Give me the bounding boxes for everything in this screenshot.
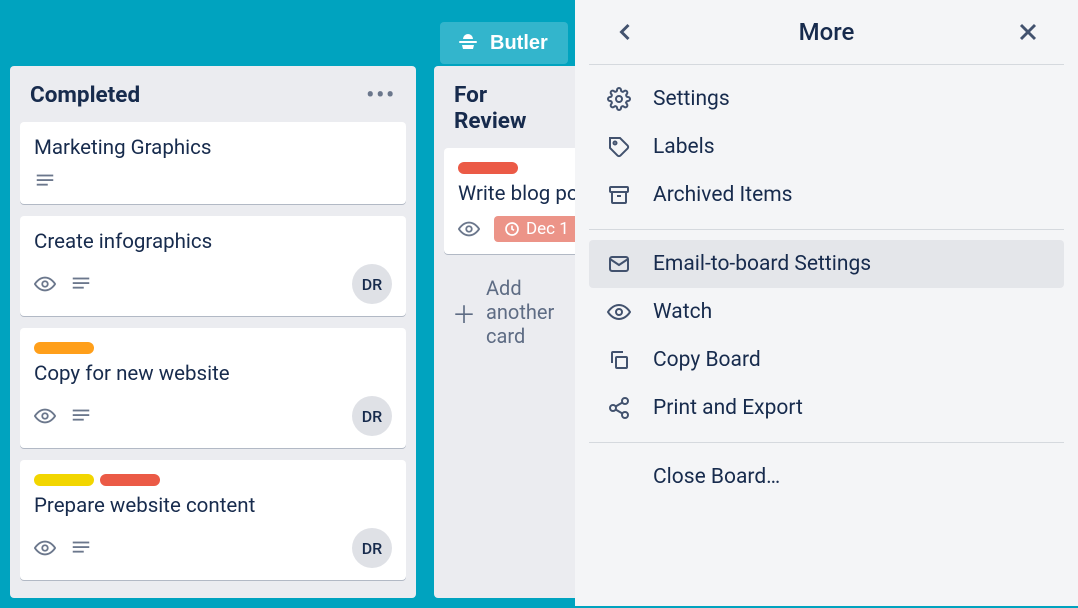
avatar[interactable]: DR xyxy=(352,264,392,304)
description-icon xyxy=(70,405,92,427)
list-title[interactable]: For Review xyxy=(454,82,564,134)
gear-icon xyxy=(607,87,631,111)
menu-label: Archived Items xyxy=(653,183,792,207)
list-title[interactable]: Completed xyxy=(30,82,140,108)
panel-title: More xyxy=(799,18,855,46)
menu-item-print-export[interactable]: Print and Export xyxy=(589,384,1064,432)
back-button[interactable] xyxy=(611,18,639,46)
menu-label: Settings xyxy=(653,87,730,111)
board-menu-panel: More Settings Labels Archived Items Emai… xyxy=(575,0,1078,606)
card[interactable]: Write blog post Dec 1 xyxy=(444,148,584,254)
watch-icon xyxy=(34,273,56,295)
card-title: Marketing Graphics xyxy=(34,136,392,160)
list-completed: Completed ••• Marketing Graphics Create … xyxy=(10,66,416,598)
tag-icon xyxy=(607,135,631,159)
label-red[interactable] xyxy=(100,474,160,486)
menu-label: Email-to-board Settings xyxy=(653,252,871,276)
card[interactable]: Marketing Graphics xyxy=(20,122,406,204)
menu-item-copy-board[interactable]: Copy Board xyxy=(589,336,1064,384)
card-title: Create infographics xyxy=(34,230,392,254)
menu-label: Labels xyxy=(653,135,715,159)
menu-item-email-to-board[interactable]: Email-to-board Settings xyxy=(589,240,1064,288)
menu-label: Print and Export xyxy=(653,396,803,420)
close-button[interactable] xyxy=(1014,18,1042,46)
card[interactable]: Create infographics DR xyxy=(20,216,406,316)
menu-label: Watch xyxy=(653,300,712,324)
plus-icon: ＋ xyxy=(452,295,476,330)
butler-icon xyxy=(456,31,480,55)
watch-icon xyxy=(458,218,480,240)
label-orange[interactable] xyxy=(34,342,94,354)
card-title: Write blog post xyxy=(458,182,584,206)
label-red[interactable] xyxy=(458,162,518,174)
copy-icon xyxy=(607,348,631,372)
add-card-label: Add another card xyxy=(486,276,566,348)
card-title: Prepare website content xyxy=(34,494,392,518)
menu-item-labels[interactable]: Labels xyxy=(589,123,1064,171)
watch-icon xyxy=(34,537,56,559)
menu-item-archived[interactable]: Archived Items xyxy=(589,171,1064,219)
menu-item-settings[interactable]: Settings xyxy=(589,75,1064,123)
watch-icon xyxy=(34,405,56,427)
clock-icon xyxy=(504,221,520,237)
label-yellow[interactable] xyxy=(34,474,94,486)
list-for-review: For Review Write blog post Dec 1 ＋ Add a… xyxy=(434,66,584,598)
butler-label: Butler xyxy=(490,32,548,55)
card-title: Copy for new website xyxy=(34,362,392,386)
menu-label: Close Board… xyxy=(653,465,780,489)
menu-item-watch[interactable]: Watch xyxy=(589,288,1064,336)
eye-icon xyxy=(607,300,631,324)
add-card-button[interactable]: ＋ Add another card xyxy=(444,266,574,358)
menu-label: Copy Board xyxy=(653,348,761,372)
avatar[interactable]: DR xyxy=(352,528,392,568)
due-date-badge[interactable]: Dec 1 xyxy=(494,216,579,242)
avatar[interactable]: DR xyxy=(352,396,392,436)
due-date-text: Dec 1 xyxy=(526,219,569,239)
description-icon xyxy=(34,170,56,192)
butler-button[interactable]: Butler xyxy=(440,22,568,64)
share-icon xyxy=(607,396,631,420)
description-icon xyxy=(70,273,92,295)
list-menu-button[interactable]: ••• xyxy=(366,83,396,108)
card[interactable]: Prepare website content DR xyxy=(20,460,406,580)
archive-icon xyxy=(607,183,631,207)
menu-item-close-board[interactable]: Close Board… xyxy=(589,453,1064,501)
card[interactable]: Copy for new website DR xyxy=(20,328,406,448)
mail-icon xyxy=(607,252,631,276)
description-icon xyxy=(70,537,92,559)
